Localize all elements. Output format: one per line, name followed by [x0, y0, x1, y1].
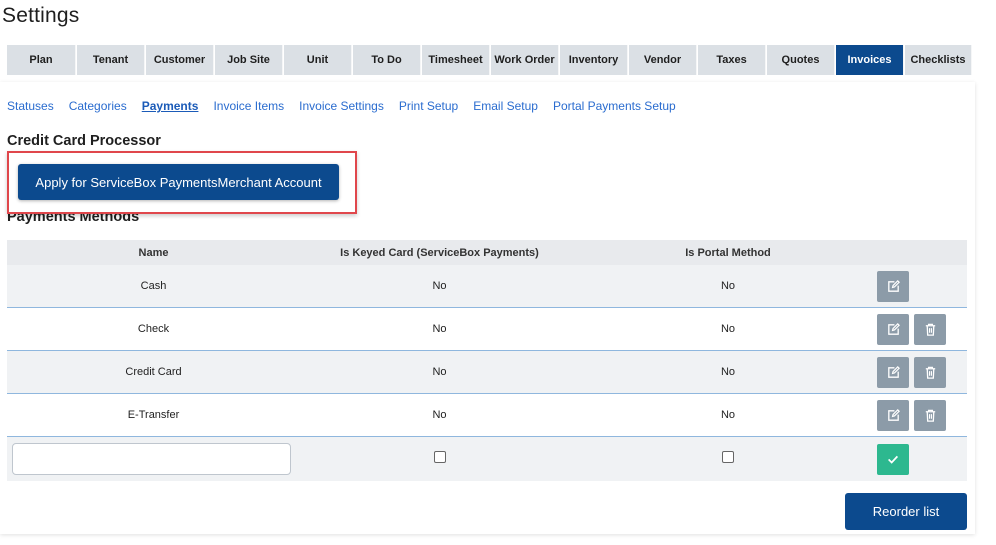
subnav-payments[interactable]: Payments — [142, 99, 199, 113]
table-row: Cash No No — [7, 265, 967, 308]
subnav-print-setup[interactable]: Print Setup — [399, 99, 458, 113]
trash-icon — [925, 323, 935, 336]
method-name: E-Transfer — [127, 409, 180, 421]
subnav-email-setup[interactable]: Email Setup — [473, 99, 538, 113]
keyed-card-value: No — [432, 280, 447, 292]
tab-tenant[interactable]: Tenant — [77, 45, 145, 75]
subnav-invoice-settings[interactable]: Invoice Settings — [299, 99, 384, 113]
check-icon — [888, 455, 899, 464]
edit-icon — [887, 322, 900, 335]
table-row: Credit Card No No — [7, 351, 967, 394]
delete-method-button[interactable] — [914, 399, 946, 431]
edit-icon — [887, 279, 900, 292]
edit-method-button[interactable] — [877, 356, 909, 388]
tab-quotes[interactable]: Quotes — [767, 45, 835, 75]
payment-methods-table: Name Is Keyed Card (ServiceBox Payments)… — [7, 240, 967, 481]
trash-icon — [925, 409, 935, 422]
row-actions — [877, 356, 967, 388]
portal-method-value: No — [720, 280, 736, 292]
tab-invoices[interactable]: Invoices — [836, 45, 904, 75]
tab-job-site[interactable]: Job Site — [215, 45, 283, 75]
column-header-portal-method: Is Portal Method — [685, 246, 771, 259]
tab-timesheet[interactable]: Timesheet — [422, 45, 490, 75]
subnav-statuses[interactable]: Statuses — [7, 99, 54, 113]
page-title: Settings — [2, 4, 80, 27]
delete-method-button[interactable] — [914, 313, 946, 345]
reorder-list-button[interactable]: Reorder list — [845, 493, 967, 530]
portal-method-value: No — [720, 366, 736, 378]
edit-method-button[interactable] — [877, 399, 909, 431]
subnav-categories[interactable]: Categories — [69, 99, 127, 113]
keyed-card-value: No — [432, 323, 447, 335]
edit-method-button[interactable] — [877, 313, 909, 345]
apply-highlight-box: Apply for ServiceBox PaymentsMerchant Ac… — [7, 151, 357, 214]
keyed-card-value: No — [432, 409, 447, 421]
settings-tabbar: Plan Tenant Customer Job Site Unit To Do Times… — [7, 45, 972, 75]
portal-method-value: No — [720, 409, 736, 421]
new-portal-method-checkbox[interactable] — [722, 451, 734, 463]
tab-customer[interactable]: Customer — [146, 45, 214, 75]
table-row: Check No No — [7, 308, 967, 351]
trash-icon — [925, 366, 935, 379]
column-header-keyed-card: Is Keyed Card (ServiceBox Payments) — [340, 246, 539, 259]
row-actions — [877, 399, 967, 431]
method-name: Credit Card — [125, 366, 182, 378]
tab-inventory[interactable]: Inventory — [560, 45, 628, 75]
row-actions — [877, 270, 967, 302]
subnav-portal-payments-setup[interactable]: Portal Payments Setup — [553, 99, 676, 113]
method-name: Cash — [140, 280, 167, 292]
tab-checklists[interactable]: Checklists — [905, 45, 972, 75]
subnav-invoice-items[interactable]: Invoice Items — [213, 99, 284, 113]
column-header-name: Name — [138, 246, 169, 259]
tab-to-do[interactable]: To Do — [353, 45, 421, 75]
tab-taxes[interactable]: Taxes — [698, 45, 766, 75]
tab-plan[interactable]: Plan — [7, 45, 76, 75]
method-name: Check — [137, 323, 170, 335]
delete-method-button[interactable] — [914, 356, 946, 388]
keyed-card-value: No — [432, 366, 447, 378]
table-header: Name Is Keyed Card (ServiceBox Payments)… — [7, 240, 967, 265]
row-actions — [877, 313, 967, 345]
save-new-method-button[interactable] — [877, 443, 909, 475]
apply-merchant-account-button[interactable]: Apply for ServiceBox PaymentsMerchant Ac… — [18, 164, 339, 200]
portal-method-value: No — [720, 323, 736, 335]
edit-method-button[interactable] — [877, 270, 909, 302]
edit-icon — [887, 408, 900, 421]
tab-unit[interactable]: Unit — [284, 45, 352, 75]
processor-title: Credit Card Processor — [7, 133, 161, 149]
tab-vendor[interactable]: Vendor — [629, 45, 697, 75]
table-row: E-Transfer No No — [7, 394, 967, 437]
new-method-row — [7, 437, 967, 481]
edit-icon — [887, 365, 900, 378]
new-keyed-card-checkbox[interactable] — [433, 451, 446, 463]
settings-panel: Statuses Categories Payments Invoice Items I… — [0, 82, 975, 534]
new-method-name-input[interactable] — [12, 443, 291, 475]
invoice-subnav: Statuses Categories Payments Invoice Items I… — [7, 99, 676, 113]
tab-work-order[interactable]: Work Order — [491, 45, 559, 75]
